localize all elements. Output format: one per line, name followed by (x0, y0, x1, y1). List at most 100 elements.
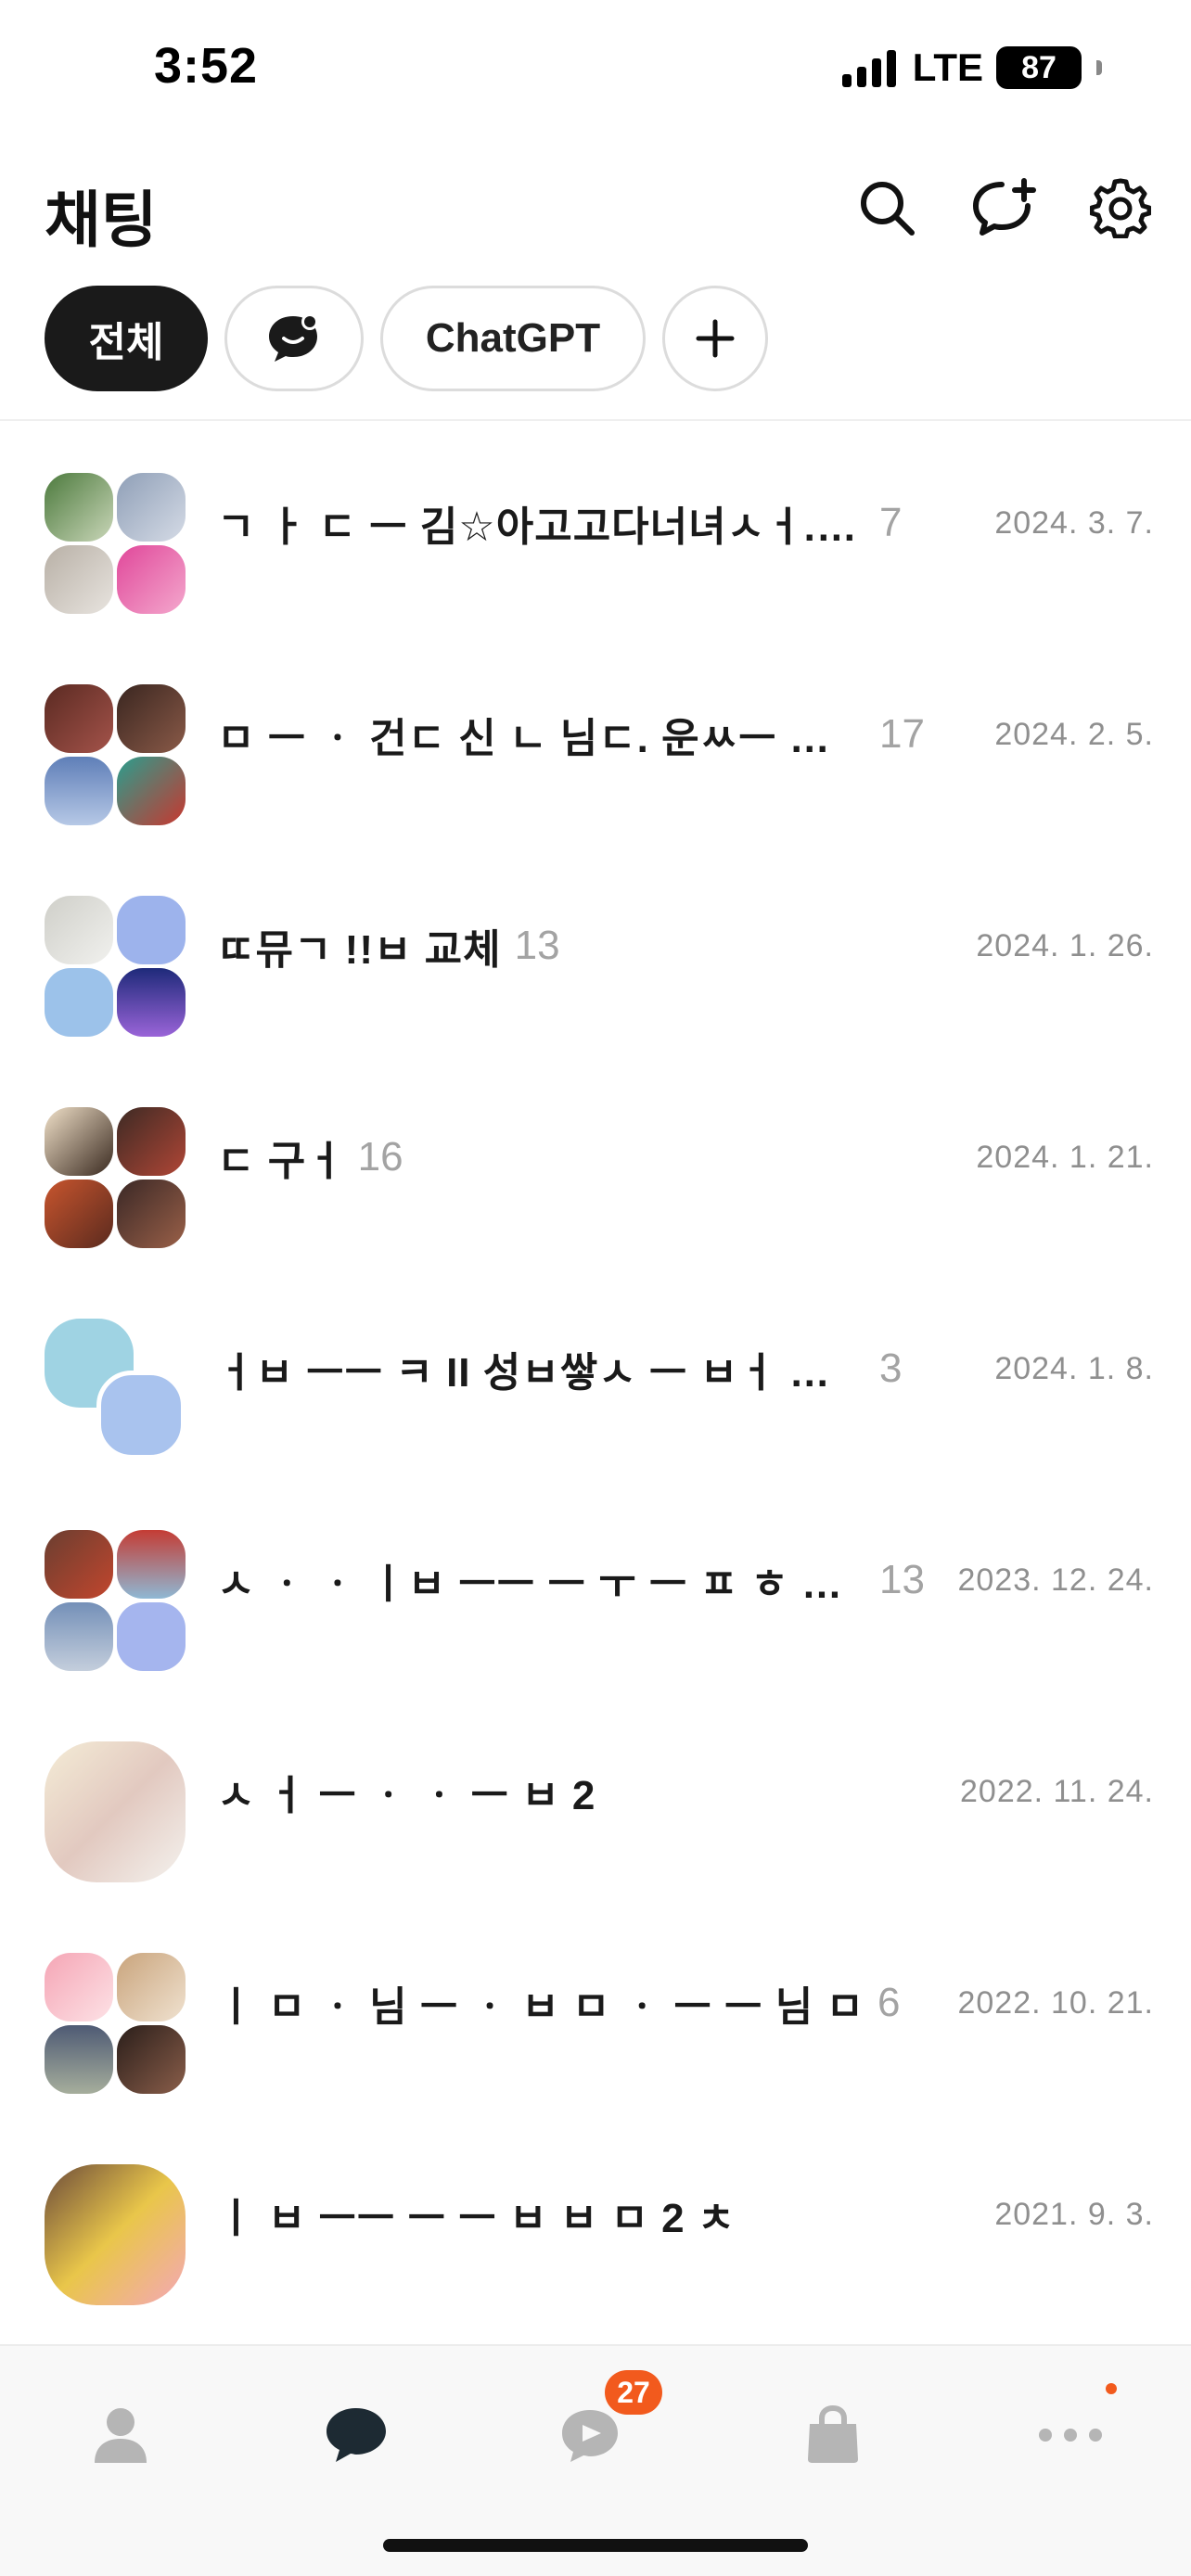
chat-name: ㅅ ㆍ ㆍ ㅣㅂ ㅡㅡ ㅡ ㅜ ㅡ ㅍ ㅎ 도신... (217, 1562, 866, 1607)
chat-info: ㅓㅂ ㅡㅡ ㅋ II 성ㅂ쌓ㅅ ㅡ ㅂㅓ ㅡ ㅋ 나수 ... 3 2024. … (217, 1341, 1154, 1396)
page-title: 채팅 (45, 185, 158, 254)
chat-icon (327, 2408, 386, 2462)
avatar (45, 1107, 113, 1176)
avatar (45, 684, 113, 753)
new-chat-button[interactable] (970, 174, 1037, 241)
group-avatar (45, 896, 186, 1037)
tab-all[interactable]: 전체 (45, 286, 208, 391)
avatar (45, 2164, 186, 2305)
status-time: 3:52 (154, 38, 259, 94)
chat-filter-tabs: 전체 ChatGPT (45, 286, 768, 393)
chat-room-item[interactable]: ㄱ ㅏ ㄷ ㅡ 김☆아고고다너녀ㅅㅓ. ㅜㄱㅏ ㅗㄷ ㅡ ... 7 2024.… (0, 421, 1191, 632)
chat-room-item[interactable]: ㅁ ㅡ ㆍ 건ㄷ 신 ㄴ 님ㄷ. 운ㅆㅡ ㄱ 학년... 17 2024. 2.… (0, 632, 1191, 844)
group-avatar (45, 1530, 186, 1671)
chat-name: ㅣ ㅂ ㅡㅡ ㅡ ㅡ ㅂ ㅂ ㅁ 2 ㅊ (217, 2196, 736, 2241)
avatar (117, 757, 186, 825)
chat-room-item[interactable]: ㄸ뮤ㄱ !!ㅂ 교체 13 2024. 1. 26. (0, 844, 1191, 1055)
chat-info: ㄸ뮤ㄱ !!ㅂ 교체 13 2024. 1. 26. (217, 918, 1154, 974)
tab-emoji-chat[interactable] (224, 286, 364, 391)
chat-date: 2024. 2. 5. (994, 716, 1154, 752)
avatar (45, 896, 113, 964)
avatar (117, 1180, 186, 1248)
default-avatar (117, 896, 186, 964)
chat-room-item[interactable]: ㅓㅂ ㅡㅡ ㅋ II 성ㅂ쌓ㅅ ㅡ ㅂㅓ ㅡ ㅋ 나수 ... 3 2024. … (0, 1267, 1191, 1478)
new-chat-icon (973, 178, 1036, 236)
chat-date: 2023. 12. 24. (957, 1562, 1154, 1598)
nav-shopping[interactable] (787, 2389, 879, 2481)
avatar (117, 684, 186, 753)
nav-friends[interactable] (74, 2389, 167, 2481)
default-avatar (45, 968, 113, 1037)
default-avatar (117, 1602, 186, 1671)
chat-name: ㅣ ㅁ ㆍ 님 ㅡ ㆍ ㅂ ㅁ ㆍ ㅡ ㅡ 님 ㅁ (217, 1984, 864, 2030)
avatar (45, 1180, 113, 1248)
group-avatar (45, 473, 186, 614)
avatar (117, 1530, 186, 1599)
shopping-icon (808, 2405, 858, 2463)
chat-info: ㅁ ㅡ ㆍ 건ㄷ 신 ㄴ 님ㄷ. 운ㅆㅡ ㄱ 학년... 17 2024. 2.… (217, 707, 1154, 762)
battery-icon: 87 (996, 46, 1082, 89)
member-count: 16 (357, 1134, 403, 1180)
avatar (45, 1530, 113, 1599)
avatar (45, 1602, 113, 1671)
avatar (45, 2025, 113, 2094)
add-tab-button[interactable] (662, 286, 768, 391)
status-indicators: LTE 87 (841, 45, 1102, 91)
avatar (117, 473, 186, 542)
single-avatar (45, 2164, 186, 2305)
chat-room-item[interactable]: ㅅ ㆍ ㆍ ㅣㅂ ㅡㅡ ㅡ ㅜ ㅡ ㅍ ㅎ 도신... 13 2023. 12.… (0, 1478, 1191, 1690)
plus-icon (696, 319, 735, 358)
chat-date: 2024. 1. 8. (994, 1350, 1154, 1386)
member-count: 6 (877, 1980, 901, 2025)
member-count: 13 (879, 1557, 925, 1602)
chat-info: ㅣ ㅁ ㆍ 님 ㅡ ㆍ ㅂ ㅁ ㆍ ㅡ ㅡ 님 ㅁ 6 2022. 10. 21… (217, 1975, 1154, 2031)
avatar (45, 473, 113, 542)
open-chat-icon (562, 2410, 618, 2462)
friends-icon (95, 2408, 147, 2463)
battery-level: 87 (1021, 49, 1057, 85)
settings-button[interactable] (1087, 174, 1154, 241)
chat-info: ㅣ ㅂ ㅡㅡ ㅡ ㅡ ㅂ ㅂ ㅁ 2 ㅊ 2021. 9. 3. (217, 2187, 1154, 2242)
nav-more[interactable] (1024, 2389, 1117, 2481)
signal-icon (841, 48, 896, 87)
more-icon (1039, 2429, 1102, 2442)
chat-name: ㄸ뮤ㄱ !!ㅂ 교체 (217, 927, 502, 973)
chat-room-item[interactable]: ㅅ ㅓ ㅡ ㆍ ㆍ ㅡ ㅂ 2 2022. 11. 24. (0, 1690, 1191, 1901)
header: 채팅 (0, 158, 1191, 260)
network-label: LTE (912, 45, 983, 89)
avatar (117, 968, 186, 1037)
nav-chats[interactable] (310, 2389, 403, 2481)
avatar (117, 1107, 186, 1176)
avatar (117, 1953, 186, 2021)
home-indicator[interactable] (383, 2539, 808, 2552)
avatar (45, 757, 113, 825)
chat-date: 2022. 10. 21. (957, 1984, 1154, 2021)
chat-info: ㅅ ㆍ ㆍ ㅣㅂ ㅡㅡ ㅡ ㅜ ㅡ ㅍ ㅎ 도신... 13 2023. 12.… (217, 1552, 1154, 1608)
chat-list: ㄱ ㅏ ㄷ ㅡ 김☆아고고다너녀ㅅㅓ. ㅜㄱㅏ ㅗㄷ ㅡ ... 7 2024.… (0, 421, 1191, 2324)
avatar (117, 2025, 186, 2094)
chat-info: ㄱ ㅏ ㄷ ㅡ 김☆아고고다너녀ㅅㅓ. ㅜㄱㅏ ㅗㄷ ㅡ ... 7 2024.… (217, 495, 1154, 551)
search-button[interactable] (853, 174, 920, 241)
chat-date: 2024. 3. 7. (994, 504, 1154, 541)
chat-room-item[interactable]: ㅣ ㅂ ㅡㅡ ㅡ ㅡ ㅂ ㅂ ㅁ 2 ㅊ 2021. 9. 3. (0, 2112, 1191, 2324)
tab-chatgpt[interactable]: ChatGPT (380, 286, 646, 391)
chat-name: ㅓㅂ ㅡㅡ ㅋ II 성ㅂ쌓ㅅ ㅡ ㅂㅓ ㅡ ㅋ 나수 ... (217, 1350, 866, 1396)
open-chat-badge: 27 (605, 2370, 662, 2415)
chat-info: ㄷ 구ㅓ 16 2024. 1. 21. (217, 1129, 1154, 1185)
single-avatar (45, 1741, 186, 1882)
chat-name: ㄱ ㅏ ㄷ ㅡ 김☆아고고다너녀ㅅㅓ. ㅜㄱㅏ ㅗㄷ ㅡ ... (217, 504, 866, 550)
chat-name: ㅁ ㅡ ㆍ 건ㄷ 신 ㄴ 님ㄷ. 운ㅆㅡ ㄱ 학년... (217, 716, 866, 761)
chat-room-item[interactable]: ㄷ 구ㅓ 16 2024. 1. 21. (0, 1055, 1191, 1267)
header-actions (853, 174, 1154, 241)
member-count: 3 (879, 1345, 903, 1391)
two-person-avatar (45, 1319, 186, 1460)
group-avatar (45, 684, 186, 825)
avatar (45, 1953, 113, 2021)
chat-date: 2022. 11. 24. (960, 1773, 1154, 1809)
notification-dot (1106, 2383, 1117, 2394)
chat-room-item[interactable]: ㅣ ㅁ ㆍ 님 ㅡ ㆍ ㅂ ㅁ ㆍ ㅡ ㅡ 님 ㅁ 6 2022. 10. 21… (0, 1901, 1191, 2112)
chat-name: ㄷ 구ㅓ (217, 1139, 345, 1184)
chat-date: 2021. 9. 3. (994, 2196, 1154, 2232)
group-avatar (45, 1107, 186, 1248)
chat-info: ㅅ ㅓ ㅡ ㆍ ㆍ ㅡ ㅂ 2 2022. 11. 24. (217, 1764, 1154, 1819)
